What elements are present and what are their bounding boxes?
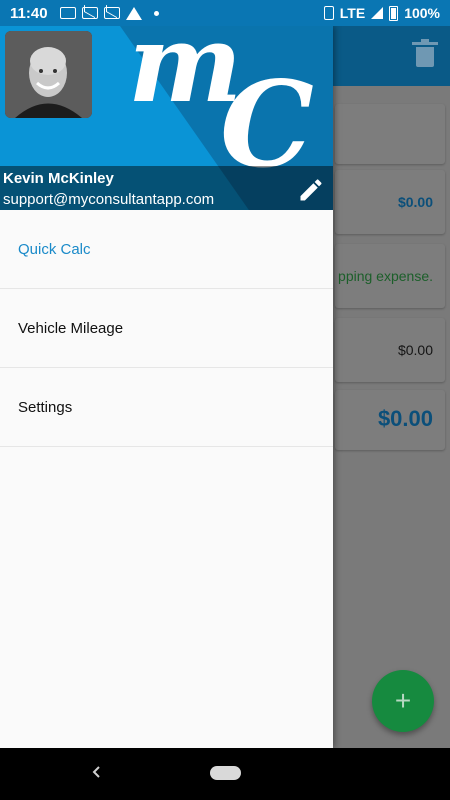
user-email: support@myconsultantapp.com [3, 191, 215, 208]
menu-item-quick-calc[interactable]: Quick Calc [0, 210, 333, 289]
profile-photo [5, 31, 92, 118]
status-bar: 11:40 LTE 100% [0, 0, 450, 26]
trash-icon[interactable] [412, 39, 438, 68]
notification-icons [59, 6, 159, 20]
home-button[interactable] [210, 766, 241, 780]
mail-icon [81, 7, 98, 19]
background-amount: $0.00 [397, 342, 433, 358]
menu-item-settings[interactable]: Settings [0, 368, 333, 447]
signal-icon [371, 7, 384, 19]
status-time: 11:40 [10, 4, 48, 22]
edit-profile-button[interactable] [297, 176, 325, 204]
drawer-menu: Quick Calc Vehicle Mileage Settings [0, 210, 333, 447]
avatar[interactable] [5, 31, 92, 118]
background-card: $0.00 [335, 318, 445, 382]
battery-icon [389, 5, 399, 21]
background-card: $0.00 [335, 170, 445, 234]
background-card: $0.00 [335, 390, 445, 450]
system-nav-bar [0, 748, 450, 800]
back-icon[interactable] [90, 764, 104, 780]
background-amount: $0.00 [397, 194, 433, 210]
navigation-drawer: m C Kevin McKinley support@myconsultanta… [0, 26, 333, 748]
warning-icon [125, 6, 142, 20]
status-right: LTE 100% [323, 5, 440, 21]
news-icon [59, 7, 76, 19]
network-type: LTE [339, 5, 366, 21]
mail-icon [103, 7, 120, 19]
vibrate-icon [323, 6, 334, 20]
user-name: Kevin McKinley [3, 170, 114, 187]
menu-item-vehicle-mileage[interactable]: Vehicle Mileage [0, 289, 333, 368]
battery-level: 100% [404, 5, 440, 21]
background-total: $0.00 [377, 406, 433, 431]
more-notifications-icon [153, 10, 159, 16]
background-card [335, 104, 445, 164]
pencil-icon [300, 179, 322, 201]
add-button[interactable]: + [372, 670, 434, 732]
drawer-header: m C Kevin McKinley support@myconsultanta… [0, 26, 333, 210]
plus-icon: + [394, 685, 412, 716]
background-expense-text: pping expense. [338, 268, 433, 284]
background-card: pping expense. [335, 244, 445, 308]
